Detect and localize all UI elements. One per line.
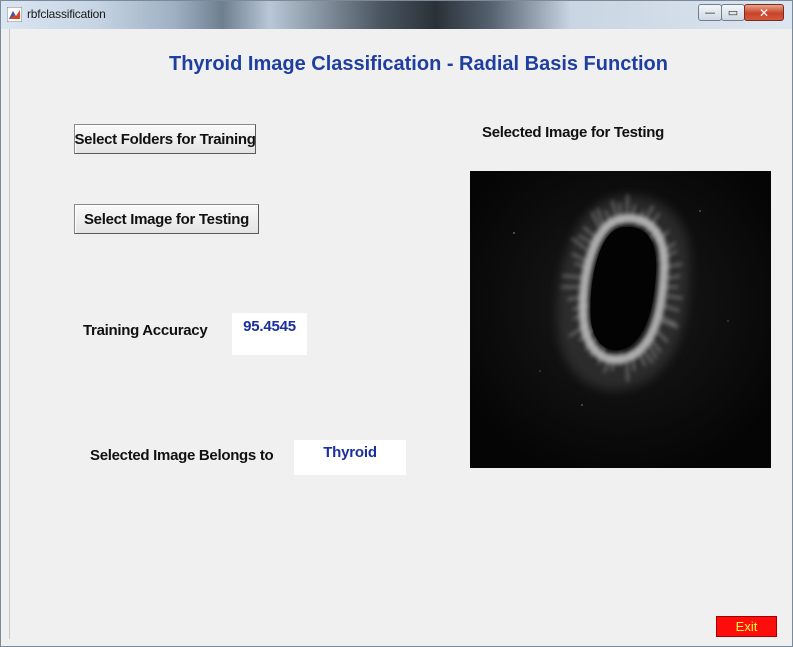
page-title: Thyroid Image Classification - Radial Ba… <box>169 53 668 75</box>
ring-streak <box>625 358 629 382</box>
belongs-to-label: Selected Image Belongs to <box>90 447 274 464</box>
title-bar[interactable]: rbfclassification — ▭ ✕ <box>1 1 792 29</box>
maximize-button[interactable]: ▭ <box>721 4 745 21</box>
matlab-icon <box>7 7 22 22</box>
window-controls: — ▭ ✕ <box>698 4 784 24</box>
selected-image-label: Selected Image for Testing <box>482 124 664 141</box>
close-button[interactable]: ✕ <box>744 4 784 21</box>
training-accuracy-label: Training Accuracy <box>83 322 208 339</box>
maximize-icon: ▭ <box>727 6 739 19</box>
minimize-icon: — <box>704 6 716 19</box>
select-image-testing-button[interactable]: Select Image for Testing <box>74 204 259 234</box>
ring-streak <box>618 351 623 366</box>
select-folders-training-button[interactable]: Select Folders for Training <box>74 124 256 154</box>
exit-button[interactable]: Exit <box>716 616 777 637</box>
thyroid-ultrasound-image <box>470 171 771 468</box>
ring-streak <box>625 194 629 218</box>
test-image-display <box>470 171 771 468</box>
training-accuracy-value: 95.4545 <box>232 313 307 355</box>
app-window: rbfclassification — ▭ ✕ Thyroid Image Cl… <box>0 0 793 647</box>
classification-result-value: Thyroid <box>294 440 406 475</box>
minimize-button[interactable]: — <box>698 4 722 21</box>
close-icon: ✕ <box>758 5 770 20</box>
window-title: rbfclassification <box>27 7 106 21</box>
